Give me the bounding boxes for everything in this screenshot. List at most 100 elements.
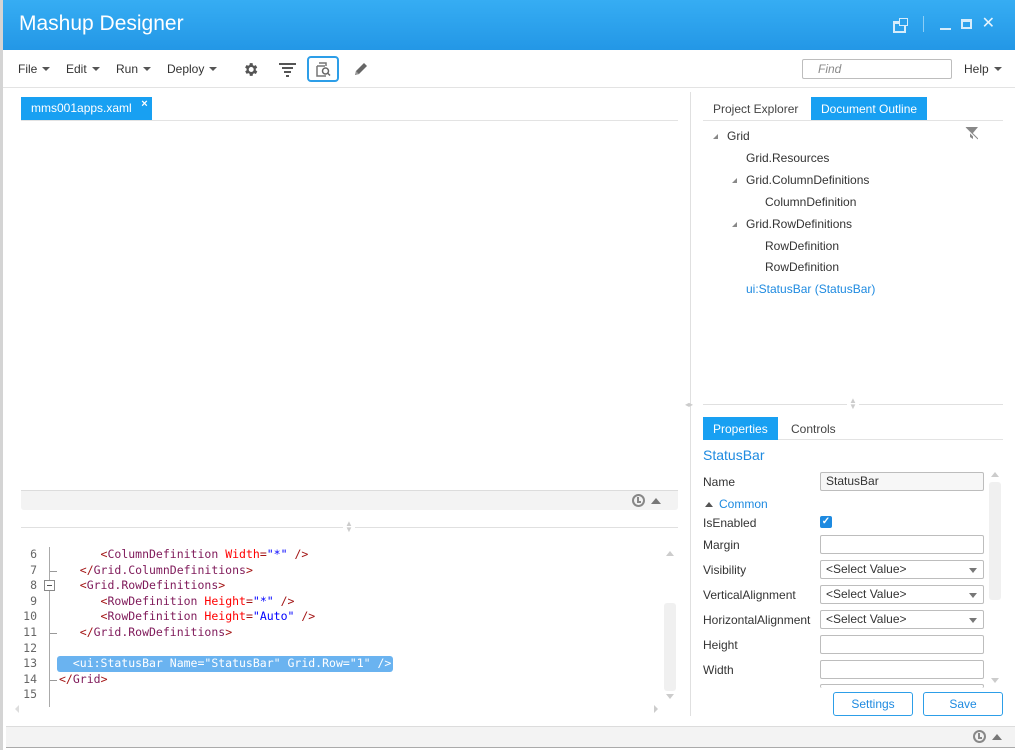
minimize-icon[interactable] [939,18,951,30]
outline-node[interactable]: Grid.Resources [746,151,829,165]
restore-window-icon[interactable] [892,18,908,33]
scroll-down-icon[interactable] [991,678,999,683]
fold-end-marker [50,679,57,681]
code-line[interactable]: 9 <RowDefinition Height="*" /> [21,594,661,610]
menu-edit[interactable]: Edit [66,62,100,76]
property-field[interactable] [820,660,984,679]
gear-icon [244,62,257,76]
expand-toggle-icon[interactable] [713,134,718,139]
xaml-code-editor[interactable]: 6 <ColumnDefinition Width="*" /> 7 </Grid… [21,547,661,707]
outline-node[interactable]: RowDefinition [765,260,839,274]
scroll-down-icon[interactable] [666,694,674,699]
preview-icon [315,61,331,77]
maximize-icon[interactable] [960,19,972,29]
menu-run[interactable]: Run [116,62,152,76]
history-clock-icon[interactable] [973,730,986,743]
code-line[interactable]: 12 [21,641,661,657]
scroll-thumb[interactable] [989,482,1001,600]
property-field[interactable] [820,535,984,554]
code-vertical-scrollbar[interactable] [664,549,676,699]
save-button[interactable]: Save [923,692,1003,716]
property-select[interactable]: <Select Value> [820,560,984,579]
property-select[interactable]: <Select Value> [820,585,984,604]
bottom-status-bar [6,726,1015,748]
code-text: </Grid.ColumnDefinitions> [59,563,253,579]
scroll-up-icon[interactable] [991,472,999,477]
design-surface[interactable] [21,122,678,490]
settings-button[interactable]: Settings [833,692,913,716]
tab-file-mms001apps[interactable]: mms001apps.xaml × [21,97,152,120]
scroll-right-icon[interactable] [654,705,658,713]
property-value: <Select Value> [826,587,907,601]
collapse-up-icon[interactable] [992,734,1002,740]
find-input[interactable]: Find [802,59,952,79]
filter-tool-button[interactable] [271,56,303,82]
main-toolbar: File Edit Run Deploy Find Help [3,50,1015,88]
design-status-bar [21,490,678,510]
edit-tool-button[interactable] [345,56,377,82]
history-clock-icon[interactable] [632,494,645,507]
expand-toggle-icon[interactable] [732,177,737,183]
common-section-header[interactable]: Common [703,497,768,511]
tab-controls[interactable]: Controls [781,417,846,440]
code-token: > [245,562,253,577]
properties-scrollbar[interactable] [989,470,1001,686]
code-token: Grid.RowDefinitions [93,625,226,639]
close-tab-icon[interactable]: × [141,98,147,110]
outline-node[interactable]: ui:StatusBar (StatusBar) [746,282,875,296]
code-line[interactable]: 6 <ColumnDefinition Width="*" /> [21,547,661,563]
collapse-fold-icon[interactable] [44,580,55,592]
splitter-grip-icon[interactable]: ◂▸ [685,400,693,409]
outline-node[interactable]: ColumnDefinition [765,195,856,209]
property-field[interactable] [820,635,984,654]
code-line[interactable]: 7 </Grid.ColumnDefinitions> [21,563,661,579]
outline-node[interactable]: Grid.RowDefinitions [746,217,852,231]
scroll-left-icon[interactable] [15,705,19,713]
fold-end-marker [50,570,57,572]
line-number: 7 [30,562,37,577]
clear-filter-icon[interactable] [965,127,978,140]
code-token: </ [59,562,94,577]
code-token: Grid.ColumnDefinitions [93,562,246,577]
code-line[interactable]: 10 <RowDefinition Height="Auto" /> [21,609,661,625]
menu-deploy-label: Deploy [167,62,205,76]
code-token: "*" [252,593,274,608]
code-token: < [59,609,108,624]
code-line[interactable]: 11 </Grid.RowDefinitions> [21,625,661,641]
property-label: Visibility [703,563,747,577]
menu-deploy[interactable]: Deploy [167,62,218,76]
outline-node[interactable]: Grid.ColumnDefinitions [746,173,869,187]
is-enabled-checkbox[interactable]: ✓ [820,516,832,528]
name-field[interactable]: StatusBar [820,472,984,491]
code-token: Grid.RowDefinitions [86,578,219,593]
code-line[interactable]: 13 <ui:StatusBar Name="StatusBar" Grid.R… [21,656,661,672]
scroll-thumb[interactable] [664,603,676,691]
outline-node[interactable]: Grid [727,129,750,143]
splitter-grip-icon[interactable]: ▲ ▼ [847,397,859,411]
menu-help[interactable]: Help [964,62,1002,76]
chevron-down-icon [969,618,977,623]
scroll-up-icon[interactable] [666,551,674,556]
splitter-grip-icon[interactable]: ▲ ▼ [343,520,355,534]
tab-document-outline[interactable]: Document Outline [811,97,928,120]
code-line[interactable]: 14 </Grid> [21,672,661,688]
code-text: <RowDefinition Height="*" /> [59,593,295,610]
tab-properties[interactable]: Properties [703,417,778,440]
close-icon[interactable]: ✕ [982,16,995,32]
property-select[interactable]: <Select Value> [820,610,984,629]
settings-tool-button[interactable] [234,56,266,82]
menu-file[interactable]: File [18,62,51,76]
property-label: VerticalAlignment [703,588,796,602]
next-property-field[interactable] [820,684,984,688]
tab-project-explorer[interactable]: Project Explorer [703,97,808,120]
expand-toggle-icon[interactable] [732,221,737,227]
code-token: < [59,547,108,561]
collapse-up-icon[interactable] [651,498,661,504]
preview-tool-button[interactable] [307,56,339,82]
chevron-down-icon [91,67,100,71]
code-line[interactable]: 8 <Grid.RowDefinitions> [21,578,661,594]
code-line[interactable]: 15 [21,687,661,703]
outline-node[interactable]: RowDefinition [765,239,839,253]
code-token: < [59,578,87,593]
editor-tab-strip: mms001apps.xaml × [21,97,678,121]
